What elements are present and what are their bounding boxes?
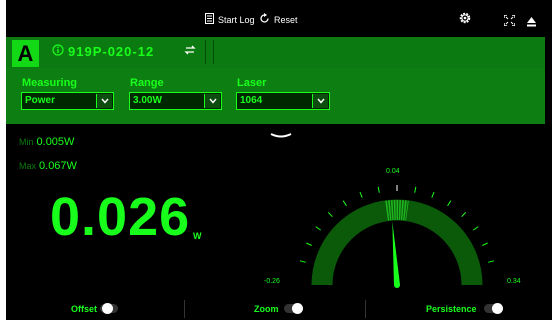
zoom-toggle[interactable] <box>284 303 303 314</box>
start-log-label: Start Log <box>218 14 255 25</box>
gauge-tick <box>327 212 333 218</box>
max-reading: Max 0.067W <box>19 160 77 172</box>
offset-label: Offset <box>71 304 98 314</box>
chevron-down-icon <box>204 94 220 108</box>
range-value: 3.00W <box>133 95 162 106</box>
gauge-tick <box>414 186 417 193</box>
laser-select[interactable]: 1064 <box>236 92 330 110</box>
document-icon <box>205 13 214 26</box>
collapse-chevron-icon[interactable] <box>270 126 292 144</box>
app-window: Start Log Reset A 919P-020-12 Measuring <box>6 0 545 320</box>
chevron-down-icon <box>312 94 328 108</box>
channel-badge[interactable]: A <box>12 40 39 67</box>
gauge-tick <box>431 191 435 198</box>
scroll-indicator <box>1 300 3 318</box>
measuring-label: Measuring <box>22 77 78 89</box>
bottom-divider <box>184 300 185 318</box>
current-unit: W <box>193 231 202 241</box>
gauge-tick <box>377 186 380 193</box>
gauge-center-label: 0.04 <box>386 168 400 175</box>
gauge-tick <box>461 212 467 218</box>
max-value: 0.067W <box>39 160 77 172</box>
eject-icon[interactable] <box>527 14 536 32</box>
min-reading: Min 0.005W <box>19 136 74 148</box>
measuring-value: Power <box>25 95 56 106</box>
reset-icon <box>259 13 270 26</box>
gauge-tick <box>473 226 479 231</box>
chevron-down-icon <box>96 94 112 108</box>
toggle-knob <box>102 303 113 314</box>
range-select[interactable]: 3.00W <box>129 92 222 110</box>
device-serial[interactable]: 919P-020-12 <box>52 44 154 59</box>
bottom-divider <box>365 300 366 318</box>
settings-gear-icon[interactable] <box>458 11 472 30</box>
gauge-hub <box>394 282 400 288</box>
gauge-max-label: 0.34 <box>507 278 521 285</box>
current-reading: 0.026 <box>50 187 191 247</box>
toggle-knob <box>292 303 303 314</box>
gauge-min-label: -0.26 <box>264 278 280 285</box>
reset-label: Reset <box>274 14 298 25</box>
gauge-tick <box>488 260 495 263</box>
gauge-tick <box>315 226 321 231</box>
reset-button[interactable]: Reset <box>259 13 298 26</box>
info-icon <box>52 44 64 59</box>
max-label: Max <box>19 161 37 171</box>
header-divider <box>213 40 214 64</box>
gauge-tick <box>359 191 363 198</box>
analog-gauge: -0.26 0.04 0.34 <box>264 168 521 288</box>
fullscreen-icon[interactable] <box>503 13 516 31</box>
gauge-needle <box>392 221 400 286</box>
offset-toggle[interactable] <box>100 303 118 314</box>
gauge-tick <box>342 200 347 207</box>
persistence-toggle[interactable] <box>484 303 503 314</box>
zoom-label: Zoom <box>254 304 279 314</box>
gauge-tick <box>447 200 452 207</box>
gauge-tick <box>306 242 312 246</box>
measuring-select[interactable]: Power <box>21 92 114 110</box>
min-value: 0.005W <box>36 136 75 148</box>
min-label: Min <box>19 137 34 147</box>
toggle-knob <box>492 303 503 314</box>
top-toolbar: Start Log Reset <box>6 0 545 37</box>
range-label: Range <box>130 77 164 89</box>
gauge-tick <box>299 260 306 263</box>
persistence-label: Persistence <box>426 304 477 314</box>
swap-device-icon[interactable] <box>184 43 196 61</box>
device-serial-text: 919P-020-12 <box>68 44 155 59</box>
header-divider <box>205 40 206 64</box>
laser-value: 1064 <box>240 95 263 106</box>
laser-label: Laser <box>237 77 267 89</box>
gauge-tick <box>482 242 488 246</box>
start-log-button[interactable]: Start Log <box>205 13 255 26</box>
